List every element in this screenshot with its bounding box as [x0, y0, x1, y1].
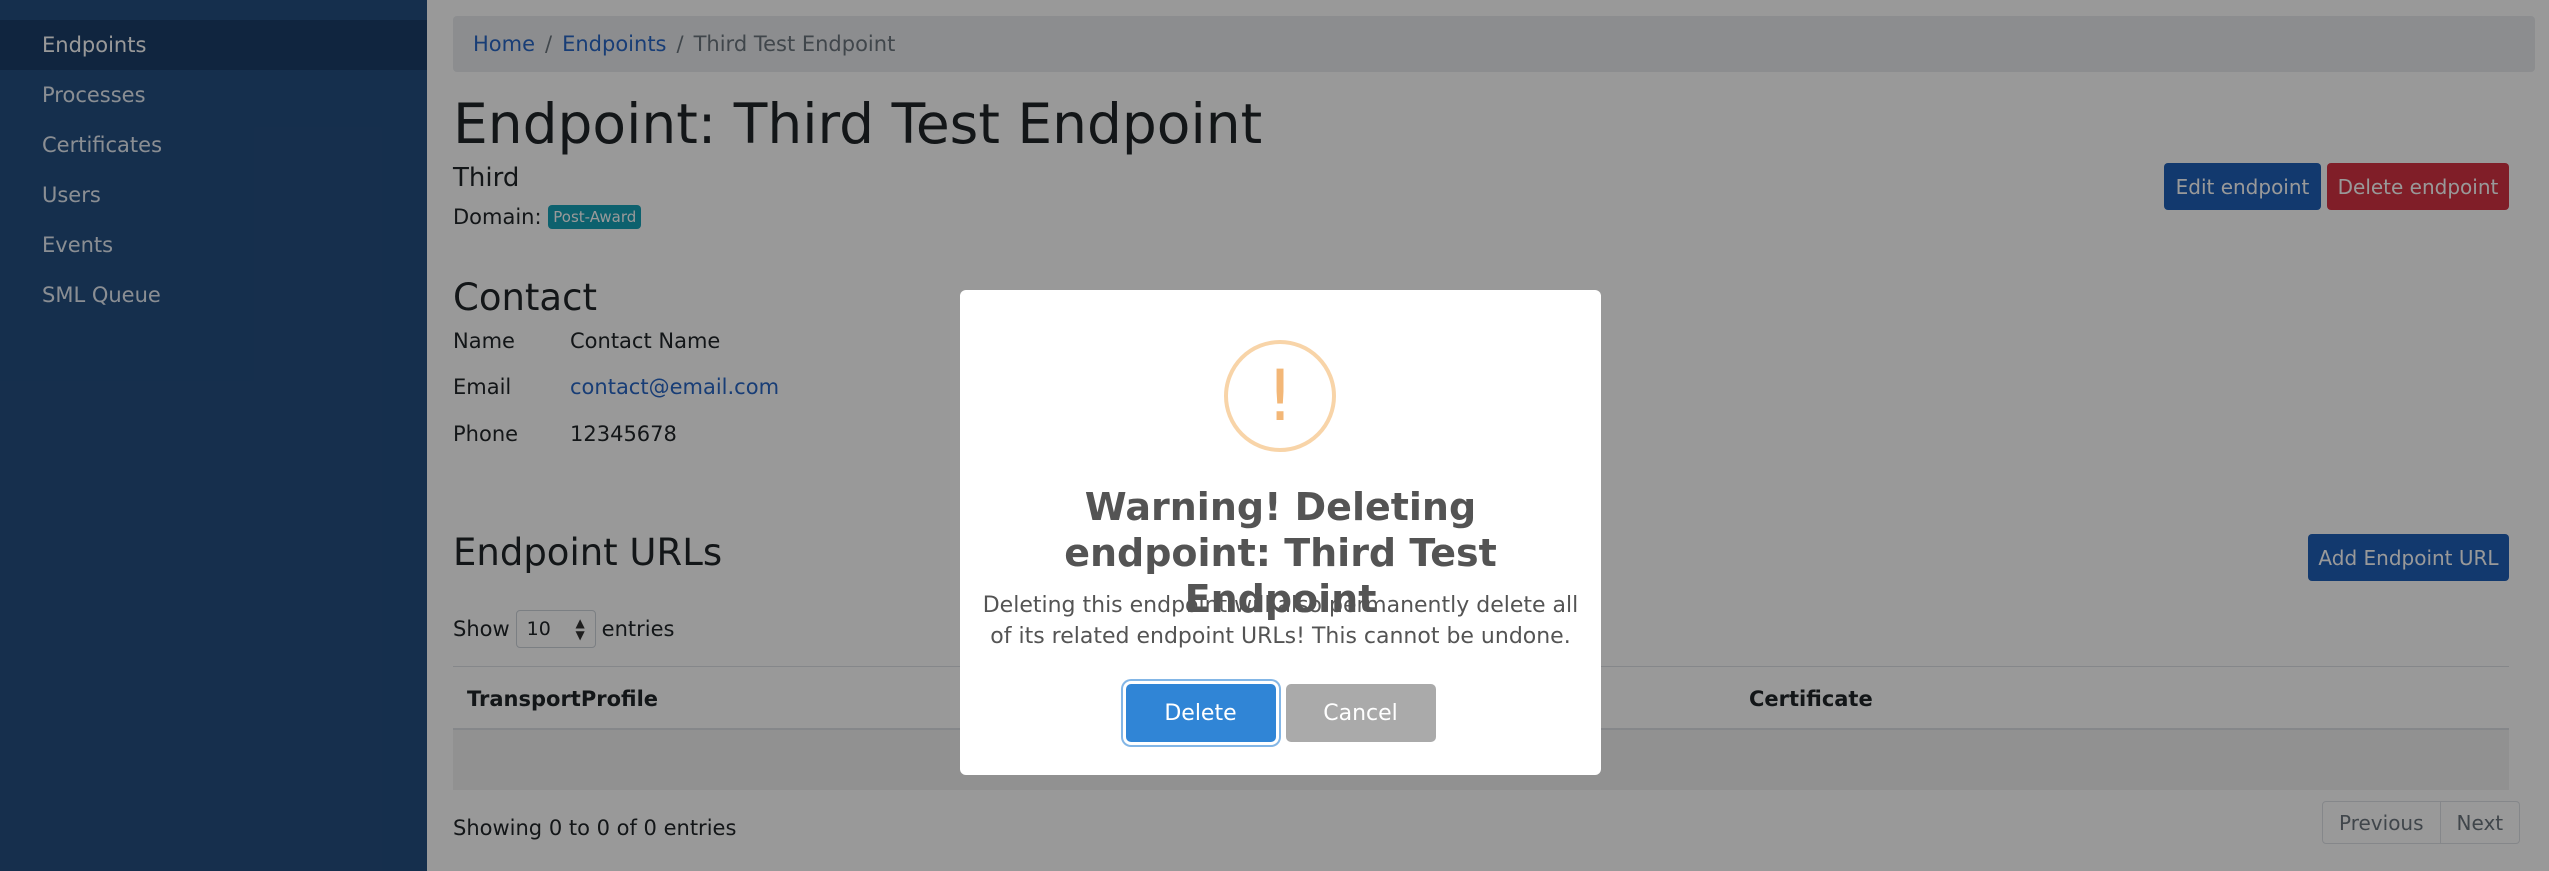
delete-confirmation-dialog: ! Warning! Deleting endpoint: Third Test…: [960, 290, 1601, 775]
warning-icon: !: [1224, 340, 1336, 452]
confirm-delete-button[interactable]: Delete: [1125, 684, 1276, 742]
cancel-button[interactable]: Cancel: [1285, 684, 1436, 742]
dialog-actions: Delete Cancel: [960, 684, 1601, 742]
dialog-message: Deleting this endpoint will also permane…: [982, 593, 1579, 649]
